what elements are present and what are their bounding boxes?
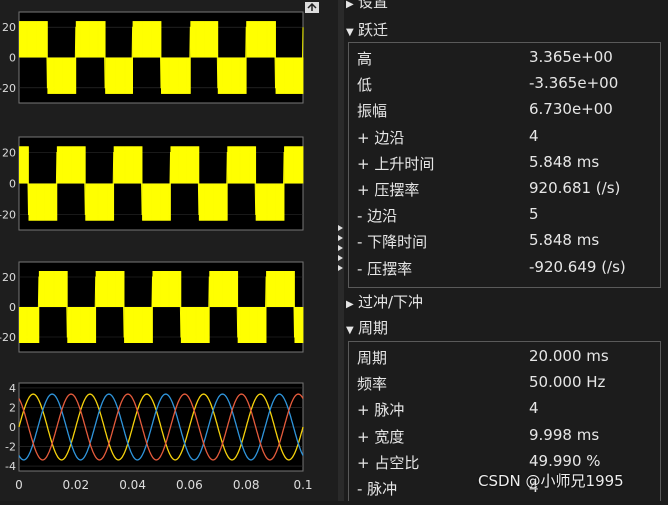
measurement-label: 周期 (357, 349, 388, 367)
y-tick-label: 0 (9, 178, 16, 191)
measurement-label: 频率 (357, 375, 388, 394)
transitions-table: 高 3.365e+00 低 -3.365e+00 振幅 6.730e+00 + 边沿 4 + 上… (348, 42, 661, 288)
measurement-label: - 边沿 (357, 207, 398, 226)
y-tick-label: -20 (0, 331, 16, 344)
measurement-row: + 上升时间 5.848 ms (357, 153, 660, 177)
scope-display: 200-20200-20200-20420-2-400.020.040.060.… (0, 0, 338, 501)
waveform-segment (302, 307, 304, 343)
measurement-label: 低 (357, 76, 373, 95)
measurement-label: + 脉冲 (357, 401, 405, 420)
measurement-label: + 上升时间 (357, 154, 435, 173)
measurement-label: + 占空比 (357, 453, 420, 472)
y-tick-label: 20 (2, 147, 16, 160)
measurement-row: 低 -3.365e+00 (357, 74, 660, 98)
collapse-triangle-icon: ▼ (346, 325, 354, 336)
measurement-value: 20.000 ms (529, 347, 609, 365)
measurement-label: - 压摆率 (357, 259, 413, 278)
measurement-value: 3.365e+00 (529, 48, 613, 66)
measurement-value: 920.681 (/s) (529, 179, 621, 197)
measurement-row: - 下降时间 5.848 ms (357, 231, 660, 255)
x-tick-label: 0.04 (119, 478, 146, 492)
measurement-row: + 压摆率 920.681 (/s) (357, 179, 660, 203)
measurement-label: + 宽度 (357, 427, 405, 446)
y-tick-label: -2 (5, 441, 16, 454)
measurement-row: 周期 20.000 ms (357, 347, 660, 371)
measurement-row: 振幅 6.730e+00 (357, 100, 660, 124)
waveform-segment (302, 146, 304, 184)
x-tick-label: 0.08 (233, 478, 260, 492)
measurement-row: 频率 50.000 Hz (357, 373, 660, 397)
measurement-value: 5 (529, 205, 539, 224)
y-tick-label: -20 (0, 209, 16, 222)
measurement-row: + 宽度 9.998 ms (357, 426, 660, 450)
measurement-row: 高 3.365e+00 (357, 48, 660, 72)
measurement-label: + 边沿 (357, 128, 405, 147)
measurement-value: 49.990 % (529, 451, 601, 470)
x-tick-label: 0.1 (293, 478, 312, 492)
collapse-triangle-icon: ▼ (346, 27, 354, 38)
measurement-value: 6.730e+00 (529, 100, 613, 119)
measurement-value: 5.848 ms (529, 152, 600, 171)
y-tick-label: 2 (9, 401, 16, 414)
measurement-label: 高 (357, 50, 373, 68)
y-tick-label: 20 (2, 271, 16, 284)
y-tick-label: 0 (9, 421, 16, 434)
watermark: CSDN @小师兄1995 (478, 472, 624, 490)
section-overshoot[interactable]: ▶ 过冲/下冲 (346, 291, 423, 312)
section-transitions[interactable]: ▼ 跃迁 (346, 19, 388, 40)
measurement-label: + 压摆率 (357, 181, 420, 199)
section-cycles[interactable]: ▼ 周期 (346, 317, 388, 338)
y-tick-label: -4 (5, 460, 16, 473)
scope-plots: 200-20200-20200-20420-2-400.020.040.060.… (0, 2, 319, 492)
measurement-label: - 下降时间 (357, 233, 428, 252)
measurement-value: 4 (529, 399, 539, 418)
measurement-label: - 脉冲 (357, 480, 398, 498)
section-settings[interactable]: ▶ 设置 (346, 0, 388, 12)
y-tick-label: 0 (9, 52, 16, 65)
y-tick-label: 0 (9, 301, 16, 314)
expand-triangle-icon: ▶ (346, 0, 354, 10)
measurement-value: 4 (529, 126, 539, 145)
x-tick-label: 0 (15, 478, 23, 492)
x-tick-label: 0.06 (176, 478, 203, 492)
expand-triangle-icon: ▶ (346, 299, 354, 310)
x-tick-label: 0.02 (62, 478, 89, 492)
measurement-value: -3.365e+00 (529, 74, 619, 93)
measurement-row: - 边沿 5 (357, 205, 660, 229)
measurement-value: -920.649 (/s) (529, 257, 626, 276)
y-tick-label: 20 (2, 21, 16, 34)
measurement-value: 5.848 ms (529, 231, 600, 250)
measurements-panel: ▶ 设置 ▼ 跃迁 高 3.365e+00 低 -3.365e+00 振幅 6.730e+00… (344, 0, 668, 501)
measurement-row: + 脉冲 4 (357, 399, 660, 423)
measurement-label: 振幅 (357, 102, 388, 121)
measurement-value: 50.000 Hz (529, 373, 606, 392)
measurement-value: 9.998 ms (529, 425, 600, 444)
measurement-row: - 压摆率 -920.649 (/s) (357, 258, 660, 282)
y-tick-label: 4 (9, 382, 16, 395)
y-tick-label: -20 (0, 82, 16, 95)
measurement-row: + 边沿 4 (357, 127, 660, 151)
